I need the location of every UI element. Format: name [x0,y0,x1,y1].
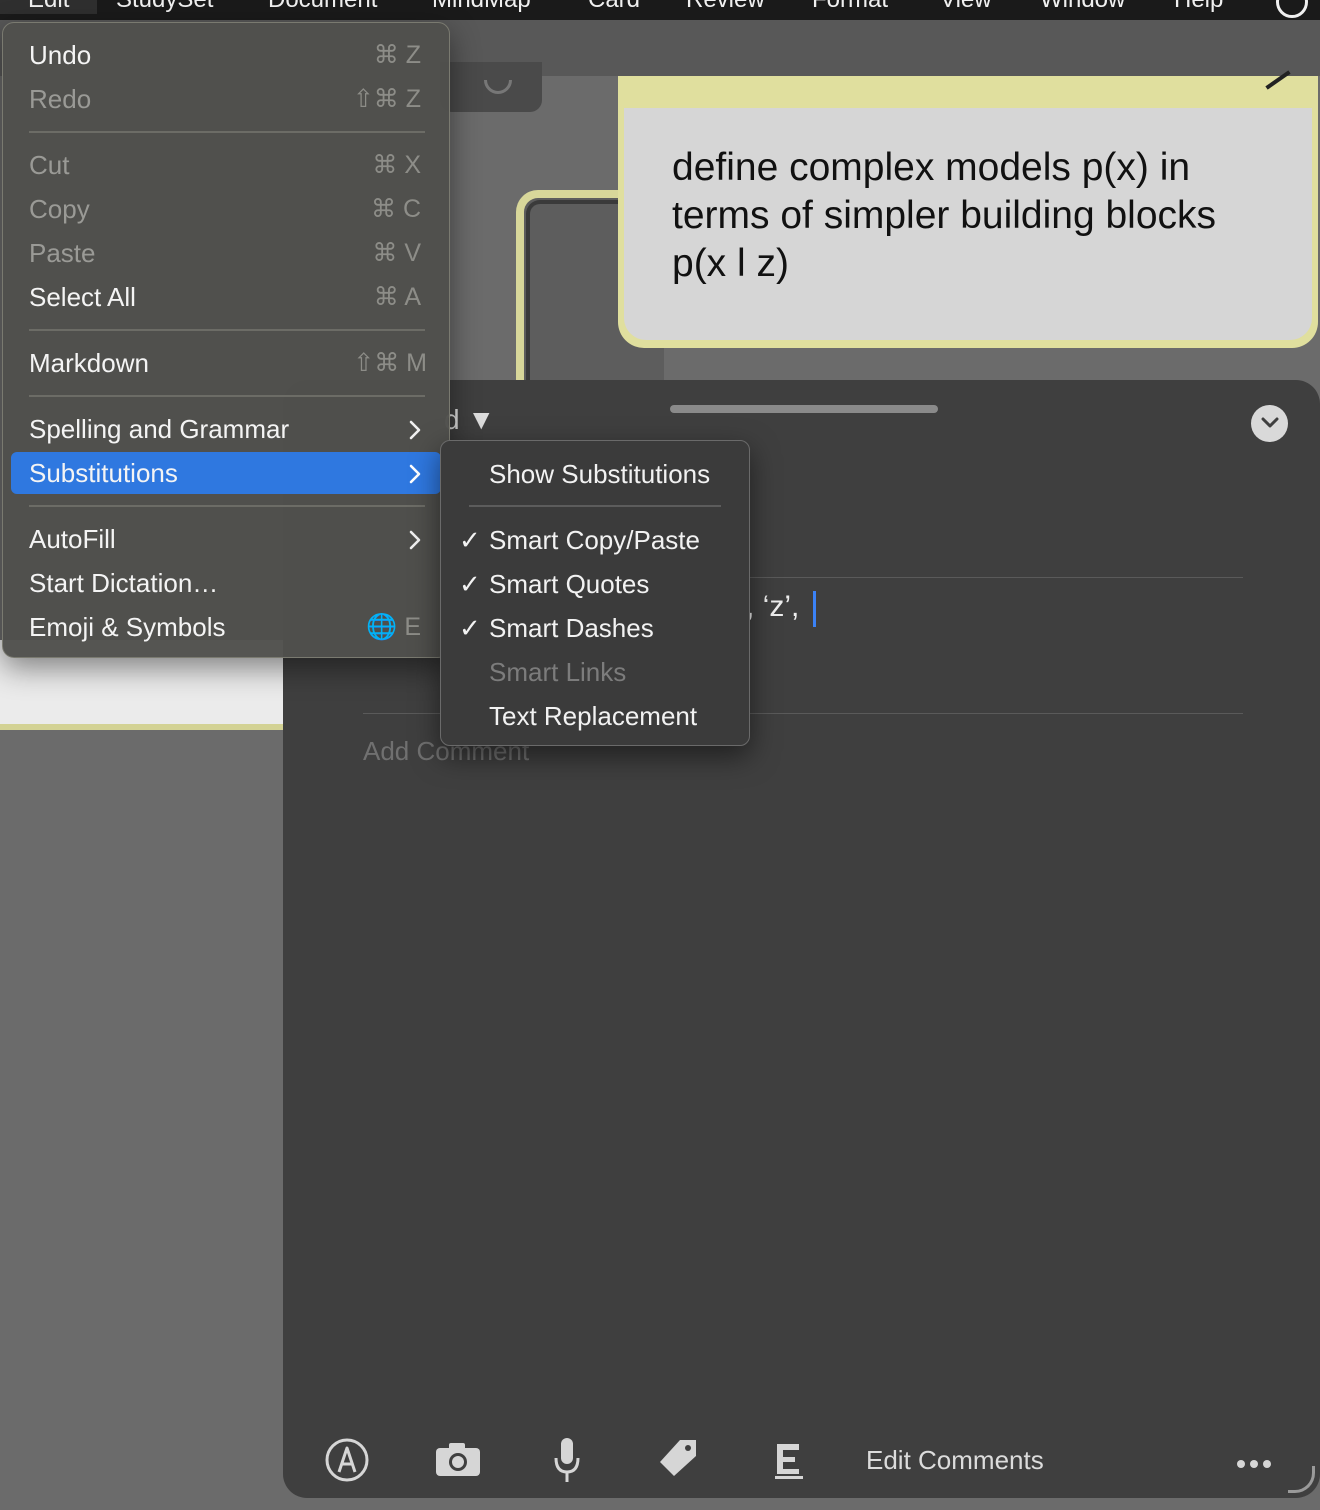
microphone-button[interactable] [552,1436,582,1489]
pencil-tool-button[interactable] [325,1438,369,1487]
format-e-icon [775,1444,803,1479]
menubar-studyset[interactable]: StudySet [116,0,213,14]
menu-bar: Edit StudySet Document MindMap Card Revi… [0,0,1320,20]
chevron-right-icon [409,530,421,550]
menu-item-label: Select All [29,282,136,312]
menu-item-paste[interactable]: Paste ⌘ V [11,232,441,274]
menu-item-label: Undo [29,40,92,70]
more-icon [1237,1460,1271,1468]
menu-item-label: AutoFill [29,524,116,554]
menu-separator [29,131,425,133]
submenu-item-label: Text Replacement [489,701,698,731]
menubar-help[interactable]: Help [1174,0,1223,14]
tag-button[interactable] [658,1438,698,1483]
submenu-item-label: Smart Quotes [489,569,650,599]
menu-shortcut: ⌘ A [373,283,421,311]
menu-item-copy[interactable]: Copy ⌘ C [11,188,441,230]
flashcard-body: define complex models p(x) in terms of s… [624,108,1312,340]
submenu-item-label: Show Substitutions [489,459,711,489]
menu-shortcut: ⌘ X [372,151,421,179]
submenu-item-text-replacement[interactable]: Text Replacement [441,695,749,737]
menu-item-label: Redo [29,84,92,114]
menu-item-cut[interactable]: Cut ⌘ X [11,144,441,186]
submenu-item-label: Smart Dashes [489,613,654,643]
more-button[interactable] [1236,1456,1272,1474]
menu-separator [29,395,425,397]
substitutions-submenu: Show Substitutions ✓ Smart Copy/Paste ✓ … [440,440,750,746]
menu-item-undo[interactable]: Undo ⌘ Z [11,34,441,76]
menubar-format[interactable]: Format [812,0,888,14]
menu-item-start-dictation[interactable]: Start Dictation… [11,562,441,604]
submenu-item-label: Smart Copy/Paste [489,525,700,555]
camera-icon [436,1443,480,1476]
menu-item-autofill[interactable]: AutoFill [11,518,441,560]
submenu-item-smart-copy-paste[interactable]: ✓ Smart Copy/Paste [441,519,749,561]
menu-item-label: Emoji & Symbols [29,612,226,642]
menu-item-label: Start Dictation… [29,568,219,598]
chevron-right-icon [409,464,421,484]
submenu-item-show-substitutions[interactable]: Show Substitutions [441,453,749,495]
menu-separator [29,505,425,507]
checkmark-icon: ✓ [459,525,481,555]
menu-item-redo[interactable]: Redo ⇧⌘ Z [11,78,441,120]
collapse-button[interactable] [1251,405,1288,442]
menubar-document[interactable]: Document [268,0,377,14]
field-dropdown[interactable]: d ▼ [444,404,495,436]
chevron-right-icon [409,420,421,440]
menu-item-label: Spelling and Grammar [29,414,290,444]
flashcard-text: define complex models p(x) in terms of s… [672,146,1217,285]
menu-separator [29,329,425,331]
editor-text[interactable]: , ‘z’, [746,590,799,624]
pencil-circle-icon [325,1438,369,1482]
menu-item-spelling-grammar[interactable]: Spelling and Grammar [11,408,441,450]
format-button[interactable] [775,1442,803,1485]
menubar-mindmap[interactable]: MindMap [432,0,531,14]
tag-icon [660,1440,696,1476]
flashcard[interactable]: define complex models p(x) in terms of s… [618,70,1318,348]
menubar-window[interactable]: Window [1040,0,1125,14]
submenu-item-label: Smart Links [489,657,627,687]
menubar-review[interactable]: Review [686,0,765,14]
submenu-item-smart-quotes[interactable]: ✓ Smart Quotes [441,563,749,605]
menu-shortcut: ⇧⌘ Z [352,85,421,113]
menu-shortcut: ⌘ Z [373,41,421,69]
field-divider [750,577,1243,578]
menubar-card[interactable]: Card [588,0,640,14]
chevron-down-icon [1261,417,1279,428]
edit-comments-button[interactable]: Edit Comments [866,1445,1044,1476]
camera-button[interactable] [434,1440,482,1483]
menu-shortcut: 🌐 E [366,613,421,641]
refresh-icon [484,80,512,94]
menu-item-label: Markdown [29,348,149,378]
menu-item-select-all[interactable]: Select All ⌘ A [11,276,441,318]
microphone-icon [554,1438,580,1482]
edit-menu: Undo ⌘ Z Redo ⇧⌘ Z Cut ⌘ X Copy ⌘ C Past… [2,22,450,658]
toolbar-button[interactable] [440,62,542,112]
submenu-item-smart-dashes[interactable]: ✓ Smart Dashes [441,607,749,649]
submenu-item-smart-links[interactable]: Smart Links [441,651,749,693]
menu-separator [469,505,721,507]
menu-item-label: Paste [29,238,96,268]
menu-shortcut: ⌘ V [372,239,421,267]
menubar-edit[interactable]: Edit [0,0,98,14]
text-caret [813,591,816,627]
menu-shortcut: ⌘ C [371,195,421,223]
checkmark-icon: ✓ [459,613,481,643]
menu-item-label: Copy [29,194,90,224]
menubar-view[interactable]: View [940,0,992,14]
status-circle-icon[interactable] [1276,0,1308,18]
menu-item-markdown[interactable]: Markdown ⇧⌘ M [11,342,441,384]
menu-item-emoji-symbols[interactable]: Emoji & Symbols 🌐 E [11,606,441,648]
menu-item-substitutions[interactable]: Substitutions [11,452,441,494]
menu-item-label: Cut [29,150,70,180]
menu-item-label: Substitutions [29,458,178,488]
menu-shortcut: ⇧⌘ M [353,349,427,377]
panel-grabber[interactable] [670,405,938,413]
checkmark-icon: ✓ [459,569,481,599]
